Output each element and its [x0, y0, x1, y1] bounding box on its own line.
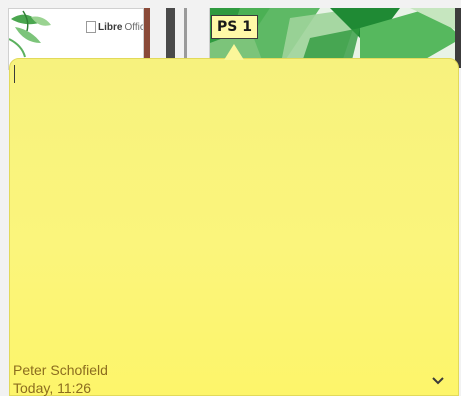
logo-text-bold: Libre [98, 21, 123, 33]
comment-note[interactable]: Peter Schofield Today, 11:26 [9, 58, 459, 396]
text-cursor [14, 65, 15, 83]
libreoffice-logo: LibreOffice [86, 21, 143, 33]
leaf-decoration-icon [9, 10, 51, 58]
chevron-down-icon [432, 377, 444, 385]
comment-anchor-label[interactable]: PS 1 [211, 15, 258, 39]
comment-menu-button[interactable] [428, 373, 448, 389]
comment-author: Peter Schofield [13, 362, 108, 378]
logo-text: Office [124, 21, 143, 33]
comment-pointer [224, 44, 244, 60]
slide-divider [455, 8, 461, 68]
comment-text-area[interactable] [20, 65, 448, 325]
document-icon [86, 21, 96, 33]
comment-timestamp: Today, 11:26 [13, 380, 92, 396]
